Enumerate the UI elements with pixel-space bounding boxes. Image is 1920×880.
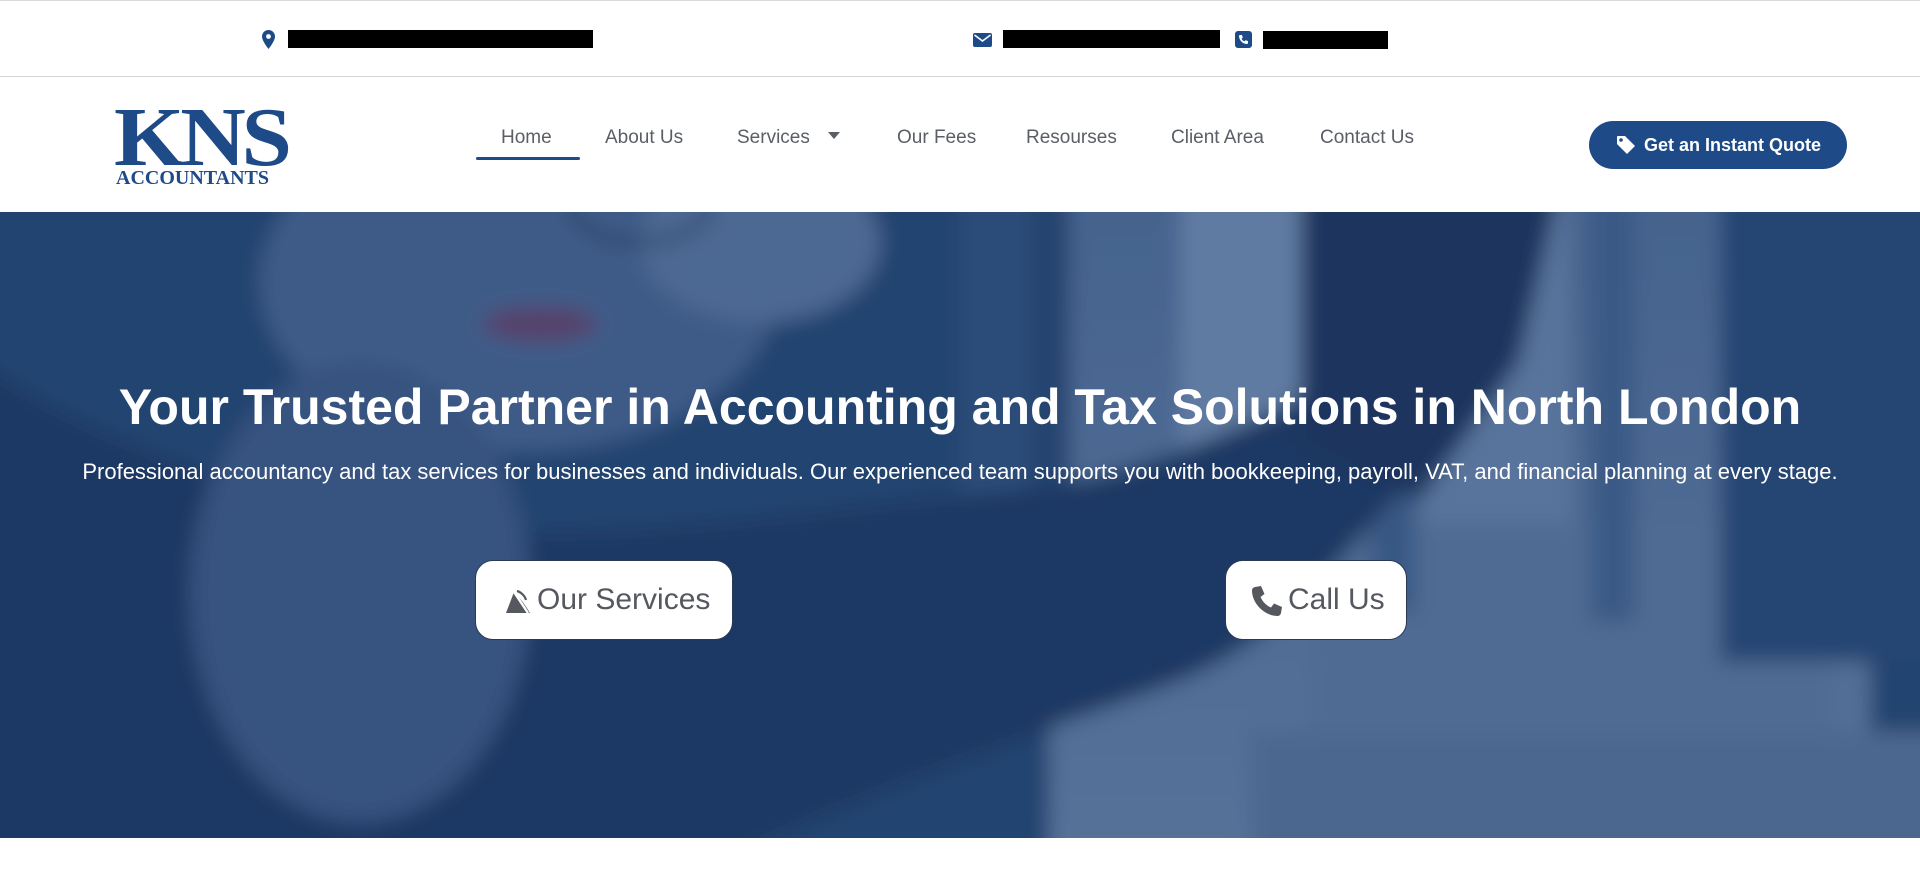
- call-us-label: Call Us: [1288, 583, 1385, 616]
- phone-icon: [1252, 586, 1282, 616]
- nav-label-about-us: About Us: [605, 127, 684, 148]
- hero-subtitle: Professional accountancy and tax service…: [82, 459, 1838, 484]
- nav-label-client-area: Client Area: [1171, 127, 1264, 148]
- nav-label-home: Home: [501, 127, 552, 148]
- our-services-button[interactable]: Our Services: [475, 560, 733, 640]
- logo-sub-text: ACCOUNTANTS: [116, 167, 269, 189]
- phone-square-icon: [1235, 31, 1252, 48]
- instant-quote-label: Get an Instant Quote: [1644, 135, 1822, 155]
- nav-item-our-fees[interactable]: Our Fees: [897, 119, 976, 157]
- nav-label-our-fees: Our Fees: [897, 127, 977, 148]
- nav-item-client-area[interactable]: Client Area: [1171, 119, 1264, 157]
- phone-link[interactable]: [1263, 31, 1388, 49]
- site-header: KNS ACCOUNTANTS Home About Us Services O…: [0, 77, 1920, 212]
- nav-item-about-us[interactable]: About Us: [605, 119, 683, 157]
- next-section-top: [0, 838, 1920, 880]
- instant-quote-button[interactable]: Get an Instant Quote: [1589, 121, 1847, 169]
- call-us-button[interactable]: Call Us: [1225, 560, 1407, 640]
- nav-label-resourses: Resourses: [1026, 127, 1117, 148]
- map-pin-icon: [262, 30, 275, 49]
- satellite-dish-icon: [506, 589, 530, 614]
- top-contact-bar: [0, 0, 1920, 77]
- hero-title: Your Trusted Partner in Accounting and T…: [118, 379, 1802, 435]
- chevron-down-icon: [827, 132, 840, 140]
- kns-logo[interactable]: KNS ACCOUNTANTS: [114, 96, 294, 189]
- nav-label-contact-us: Contact Us: [1320, 127, 1414, 148]
- our-services-label: Our Services: [537, 583, 711, 616]
- tag-icon: [1617, 136, 1635, 154]
- email-link[interactable]: [1003, 30, 1220, 48]
- nav-label-services: Services: [737, 127, 810, 148]
- active-nav-underline: [476, 157, 580, 160]
- nav-item-contact-us[interactable]: Contact Us: [1320, 119, 1414, 157]
- nav-item-services[interactable]: Services: [737, 119, 840, 157]
- envelope-icon: [973, 33, 992, 47]
- nav-item-resourses[interactable]: Resourses: [1026, 119, 1117, 157]
- hero-background-image: [0, 212, 1920, 838]
- address-text: [288, 30, 593, 48]
- nav-item-home[interactable]: Home: [501, 119, 552, 157]
- hero-section: Your Trusted Partner in Accounting and T…: [0, 212, 1920, 838]
